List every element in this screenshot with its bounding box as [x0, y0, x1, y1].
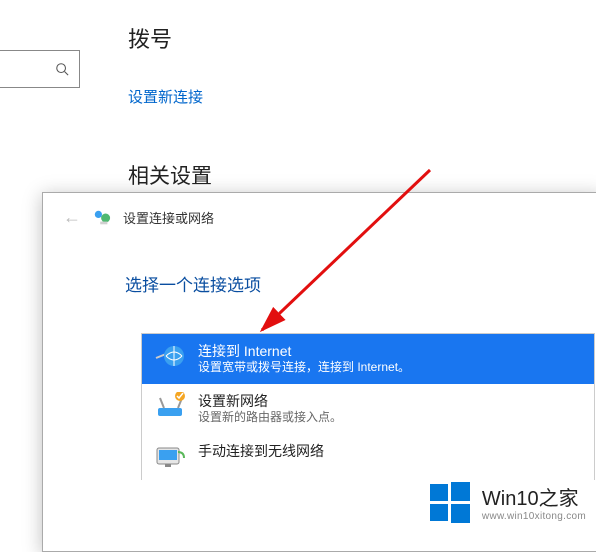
monitor-icon [154, 442, 188, 472]
option-desc: 设置新的路由器或接入点。 [198, 410, 342, 426]
option-new-network[interactable]: 设置新网络 设置新的路由器或接入点。 [142, 384, 594, 434]
new-connection-link[interactable]: 设置新连接 [128, 86, 203, 107]
dialog-title: 设置连接或网络 [123, 208, 214, 227]
option-title: 手动连接到无线网络 [198, 442, 324, 460]
option-title: 设置新网络 [198, 392, 342, 410]
watermark-brand: Win10之家 [482, 482, 586, 511]
options-list: 连接到 Internet 设置宽带或拨号连接，连接到 Internet。 设置新… [141, 333, 595, 480]
dialup-heading: 拨号 [128, 22, 172, 54]
dialog-header: ← 设置连接或网络 [43, 193, 596, 234]
search-icon [55, 62, 69, 76]
option-connect-internet[interactable]: 连接到 Internet 设置宽带或拨号连接，连接到 Internet。 [142, 334, 594, 384]
watermark-url: www.win10xitong.com [482, 511, 586, 522]
windows-logo-icon [426, 478, 474, 526]
option-manual-wireless[interactable]: 手动连接到无线网络 [142, 434, 594, 480]
option-title: 连接到 Internet [198, 342, 410, 360]
related-heading: 相关设置 [128, 160, 212, 190]
globe-icon [154, 342, 188, 372]
dialog-subtitle: 选择一个连接选项 [125, 271, 261, 296]
option-desc: 设置宽带或拨号连接，连接到 Internet。 [198, 360, 410, 376]
search-input[interactable] [0, 50, 80, 88]
back-arrow-icon[interactable]: ← [63, 207, 81, 228]
watermark: Win10之家 www.win10xitong.com [426, 478, 586, 526]
router-icon [154, 392, 188, 422]
network-icon [93, 209, 111, 227]
